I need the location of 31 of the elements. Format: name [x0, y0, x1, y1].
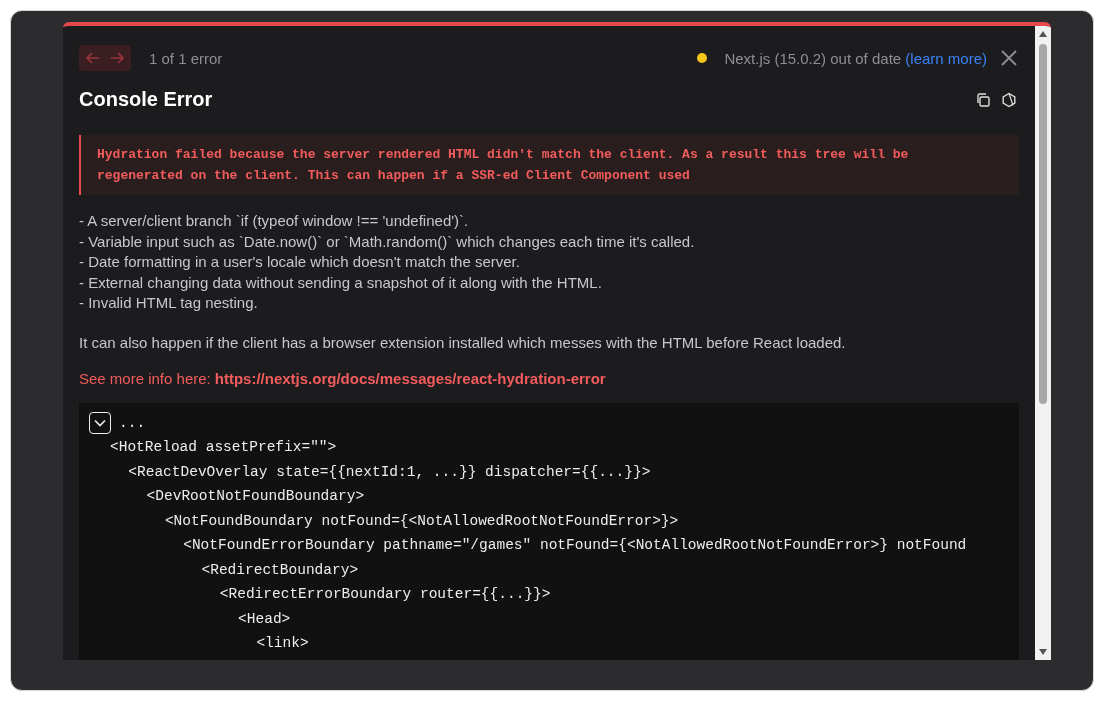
scroll-up-icon[interactable] — [1038, 30, 1048, 38]
cause-item: - External changing data without sending a snapshot of it along with the HTML. — [79, 272, 603, 293]
version-notice: Next.js (15.0.2) out of date — [724, 49, 902, 67]
chevron-icon — [94, 418, 106, 427]
learn-more-link[interactable]: (learn more) — [901, 49, 987, 67]
scroll-thumb[interactable] — [1039, 44, 1047, 404]
close-button[interactable] — [999, 48, 1019, 68]
cause-item: - Invalid HTML tag nesting. — [79, 293, 259, 313]
docs-link[interactable]: https://nextjs.org/docs/messages/react-hydration-error — [214, 369, 606, 387]
code-line: <HotReload assetPrefix=""> — [110, 439, 337, 456]
expand-toggle[interactable] — [89, 411, 111, 434]
code-line: <Head> — [238, 610, 291, 627]
code-line: <NotFoundErrorBoundary pathname="/games" notFound={<NotAllowedRootNotFoundError>} notFound — [183, 537, 967, 554]
code-line: <link> — [256, 635, 309, 652]
note-text: It can also happen if the client has a browser extension installed which messes with the HTML before React loaded. — [79, 333, 847, 351]
error-counter: 1 of 1 error — [149, 49, 223, 67]
code-line: <RedirectErrorBoundary router={{...}}> — [219, 586, 551, 603]
code-line: <NotFoundBoundary notFound={<NotAllowedRootNotFoundError>}> — [164, 512, 679, 529]
more-info-label: See more info here: — [79, 369, 211, 387]
code-line: ... — [119, 414, 146, 431]
left-arrow-icon — [86, 52, 100, 64]
right-arrow-icon — [110, 52, 124, 64]
error-message: Hydration failed because the server rendered HTML didn't match the client. As a result this tree will be regenerated on the client. This can happen if a SSR-ed Client Component used — [79, 135, 1019, 195]
code-line: <RedirectBoundary> — [201, 561, 359, 578]
cause-item: - Date formatting in a user's locale which doesn't match the server. — [79, 252, 521, 272]
scroll-down-icon[interactable] — [1038, 648, 1048, 656]
dialog-title: Console Error — [79, 88, 214, 111]
cause-item: - Variable input such as `Date.now()` or `Math.random()` which changes each time it's called. — [79, 231, 696, 252]
code-line: <ReactDevOverlay state={{nextId:1, ...}} dispatcher={{...}}> — [128, 463, 651, 480]
cause-item: - A server/client branch `if (typeof window !== 'undefined')`. — [79, 211, 470, 231]
code-line: <DevRootNotFoundBoundary> — [146, 488, 365, 505]
